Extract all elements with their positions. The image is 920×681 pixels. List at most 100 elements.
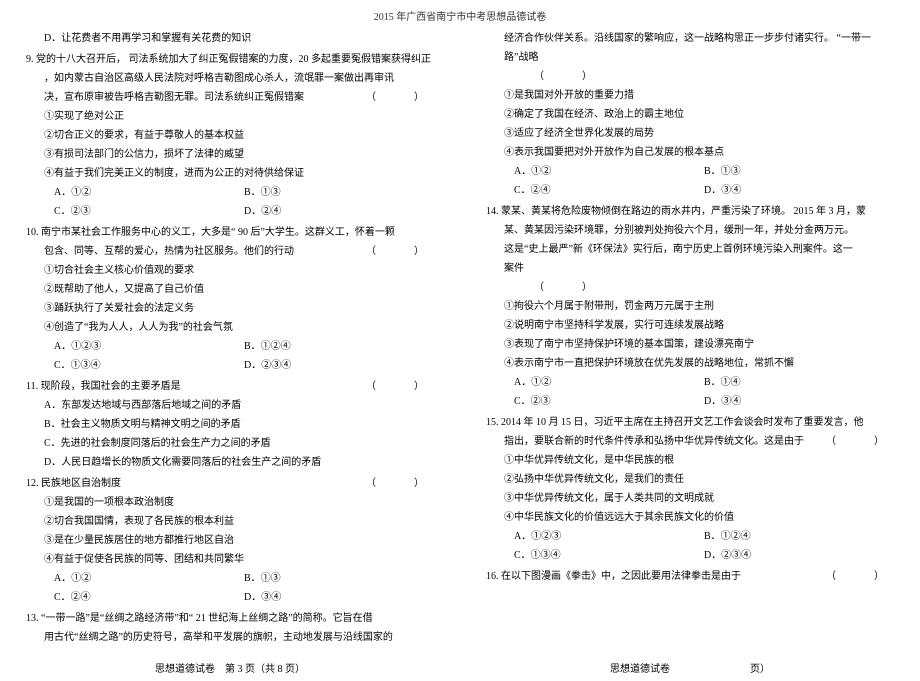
question-13-partial: 13. “一带一路”是“丝绸之路经济带”和“ 21 世纪海上丝绸之路”的简称。它…	[26, 609, 434, 647]
q10-choice-c: C．①③④	[54, 356, 244, 375]
q12-opt1: ①是我国的一项根本政治制度	[26, 493, 434, 512]
q15-stem-line2: 指出，要联合新的时代条件传承和弘扬中华优异传统文化。这是由于 （ ）	[486, 432, 894, 451]
q11-choice-d: D．人民日趋增长的物质文化需要同落后的社会生产之间的矛盾	[26, 453, 434, 472]
q15-choice-b: B．①②④	[704, 527, 894, 546]
answer-paren: （ ）	[534, 67, 598, 86]
q16-stem-text: 16. 在以下图漫画《拳击》中，之因此要用法律拳击是由于	[486, 571, 741, 582]
q15-choices-row1: A．①②③ B．①②④	[486, 527, 894, 546]
q13c-opt4: ④表示我国要把对外开放作为自己发展的根本基点	[486, 143, 894, 162]
q12-stem-text: 12. 民族地区自治制度	[26, 478, 121, 489]
two-column-layout: D．让花费者不用再学习和掌握有关花费的知识 9. 党的十八大召开后， 司法系统加…	[0, 29, 920, 660]
q15-stem-line1: 15. 2014 年 10 月 15 日，习近平主席在主持召开文艺工作会谈会时发…	[486, 413, 894, 432]
q11-stem: 11. 现阶段，我国社会的主要矛盾是 （ ）	[26, 377, 434, 396]
q9-choice-d: D．②④	[244, 202, 434, 221]
answer-paren: （ ）	[366, 377, 430, 396]
q12-choice-b: B．①③	[244, 569, 434, 588]
q13c-stem-line1: 经济合作伙伴关系。沿线国家的繁响应，这一战略构思正一步步付诸实行。 “一带一	[486, 29, 894, 48]
q14-opt1: ①拘役六个月属于附带刑，罚金两万元属于主刑	[486, 297, 894, 316]
q13-stem-line2: 用古代“丝绸之路”的历史符号，高举和平发展的旗帜，主动地发展与沿线国家的	[26, 628, 434, 647]
q9-opt3: ③有损司法部门的公信力，损坏了法律的威望	[26, 145, 434, 164]
right-footer: 思想道德试卷 页）	[460, 660, 920, 675]
question-16: 16. 在以下图漫画《拳击》中，之因此要用法律拳击是由于 （ ）	[486, 567, 894, 586]
q9-stem-line3: 决，宣布原审被告呼格吉勒图无罪。司法系统纠正冤假错案 （ ）	[26, 88, 434, 107]
q14-choices-row2: C．②③ D．③④	[486, 392, 894, 411]
q13c-choice-a: A．①②	[514, 162, 704, 181]
left-footer: 思想道德试卷 第 3 页（共 8 页）	[0, 660, 460, 675]
q12-choice-c: C．②④	[54, 588, 244, 607]
q11-choice-c: C．先进的社会制度同落后的社会生产力之间的矛盾	[26, 434, 434, 453]
q9-opt1: ①实现了绝对公正	[26, 107, 434, 126]
left-column: D．让花费者不用再学习和掌握有关花费的知识 9. 党的十八大召开后， 司法系统加…	[0, 29, 460, 660]
q14-paren-line: （ ）	[486, 278, 894, 297]
question-13-cont: 经济合作伙伴关系。沿线国家的繁响应，这一战略构思正一步步付诸实行。 “一带一 路…	[486, 29, 894, 200]
q15-opt2: ②弘扬中华优异传统文化，是我们的责任	[486, 470, 894, 489]
q10-choices-row1: A．①②③ B．①②④	[26, 337, 434, 356]
question-10: 10. 南宁市某社会工作服务中心的义工，大多是“ 90 后”大学生。这群义工，怀…	[26, 223, 434, 375]
q13c-choice-c: C．②④	[514, 181, 704, 200]
option-d-prev: D．让花费者不用再学习和掌握有关花费的知识	[26, 29, 434, 48]
q9-stem-line1: 9. 党的十八大召开后， 司法系统加大了纠正冤假错案的力度，20 多起重要冤假错…	[26, 50, 434, 69]
q14-stem-line1: 14. 蒙某、黄某将危险废物倾倒在路边的雨水井内，严重污染了环境。 2015 年…	[486, 202, 894, 221]
question-15: 15. 2014 年 10 月 15 日，习近平主席在主持召开文艺工作会谈会时发…	[486, 413, 894, 565]
q13c-choices-row1: A．①② B．①③	[486, 162, 894, 181]
q10-opt1: ①切合社会主义核心价值观的要求	[26, 261, 434, 280]
q13c-opt3: ③适应了经济全世界化发展的局势	[486, 124, 894, 143]
q14-choice-b: B．①④	[704, 373, 894, 392]
q9-choice-c: C．②③	[54, 202, 244, 221]
answer-paren: （ ）	[534, 278, 598, 297]
q10-choices-row2: C．①③④ D．②③④	[26, 356, 434, 375]
page-footer-row: 思想道德试卷 第 3 页（共 8 页） 思想道德试卷 页）	[0, 660, 920, 675]
q14-choice-c: C．②③	[514, 392, 704, 411]
q9-stem-line2: ，如内蒙古自治区高级人民法院对呼格吉勒图成心杀人，流氓罪一案做出再审讯	[26, 69, 434, 88]
q13c-choices-row2: C．②④ D．③④	[486, 181, 894, 200]
q13c-choice-b: B．①③	[704, 162, 894, 181]
q13c-stem-line2: 路”战略	[486, 48, 894, 67]
q10-stem-line2: 包含、同等、互帮的爱心，热情为社区服务。他们的行动 （ ）	[26, 242, 434, 261]
q9-choices-row1: A．①② B．①③	[26, 183, 434, 202]
q9-choice-b: B．①③	[244, 183, 434, 202]
q10-opt4: ④创造了“我为人人，人人为我”的社会气氛	[26, 318, 434, 337]
q15-choices-row2: C．①③④ D．②③④	[486, 546, 894, 565]
q15-choice-d: D．②③④	[704, 546, 894, 565]
q14-choices-row1: A．①② B．①④	[486, 373, 894, 392]
q10-choice-d: D．②③④	[244, 356, 434, 375]
q11-choice-b: B．社会主义物质文明与精神文明之间的矛盾	[26, 415, 434, 434]
q12-choices-row2: C．②④ D．③④	[26, 588, 434, 607]
q10-stem-line1: 10. 南宁市某社会工作服务中心的义工，大多是“ 90 后”大学生。这群义工，怀…	[26, 223, 434, 242]
q14-choice-a: A．①②	[514, 373, 704, 392]
q9-opt2: ②切合正义的要求，有益于尊敬人的基本权益	[26, 126, 434, 145]
q12-choices-row1: A．①② B．①③	[26, 569, 434, 588]
q9-choices-row2: C．②③ D．②④	[26, 202, 434, 221]
q14-stem-line4: 案件	[486, 259, 894, 278]
answer-paren: （ ）	[366, 474, 430, 493]
answer-paren: （ ）	[366, 88, 430, 107]
answer-paren: （ ）	[366, 242, 430, 261]
q13c-opt2: ②确定了我国在经济、政治上的霸主地位	[486, 105, 894, 124]
q10-opt2: ②既帮助了他人，又提高了自己价值	[26, 280, 434, 299]
q9-stem-text3: 决，宣布原审被告呼格吉勒图无罪。司法系统纠正冤假错案	[44, 92, 304, 103]
q10-stem-text2: 包含、同等、互帮的爱心，热情为社区服务。他们的行动	[44, 246, 294, 257]
q14-stem-line3: 这是“史上最严”新《环保法》实行后，南宁历史上首例环境污染入刑案件。这一	[486, 240, 894, 259]
q12-opt4: ④有益于促使各民族的同等、团结和共同繁华	[26, 550, 434, 569]
q9-choice-a: A．①②	[54, 183, 244, 202]
q14-stem-line2: 某、黄某因污染环境罪，分别被判处拘役六个月，缓刑一年，并处分金两万元。	[486, 221, 894, 240]
answer-paren: （ ）	[826, 432, 890, 451]
question-9: 9. 党的十八大召开后， 司法系统加大了纠正冤假错案的力度，20 多起重要冤假错…	[26, 50, 434, 221]
q15-stem-text2: 指出，要联合新的时代条件传承和弘扬中华优异传统文化。这是由于	[504, 436, 804, 447]
q10-choice-b: B．①②④	[244, 337, 434, 356]
q12-stem: 12. 民族地区自治制度 （ ）	[26, 474, 434, 493]
q15-opt1: ①中华优异传统文化，是中华民族的根	[486, 451, 894, 470]
q13c-opt1: ①是我国对外开放的重要力措	[486, 86, 894, 105]
q15-opt4: ④中华民族文化的价值远远大于其余民族文化的价值	[486, 508, 894, 527]
q14-choice-d: D．③④	[704, 392, 894, 411]
q16-stem: 16. 在以下图漫画《拳击》中，之因此要用法律拳击是由于 （ ）	[486, 567, 894, 586]
q11-choice-a: A．东部发达地域与西部落后地域之间的矛盾	[26, 396, 434, 415]
page-header: 2015 年广西省南宁市中考思想品德试卷	[0, 0, 920, 29]
q13-stem-line1: 13. “一带一路”是“丝绸之路经济带”和“ 21 世纪海上丝绸之路”的简称。它…	[26, 609, 434, 628]
q13c-paren-line: （ ）	[486, 67, 894, 86]
q11-stem-text: 11. 现阶段，我国社会的主要矛盾是	[26, 381, 181, 392]
q15-choice-c: C．①③④	[514, 546, 704, 565]
q15-choice-a: A．①②③	[514, 527, 704, 546]
q14-opt3: ③表现了南宁市坚持保护环境的基本国策，建设漂亮南宁	[486, 335, 894, 354]
question-14: 14. 蒙某、黄某将危险废物倾倒在路边的雨水井内，严重污染了环境。 2015 年…	[486, 202, 894, 411]
